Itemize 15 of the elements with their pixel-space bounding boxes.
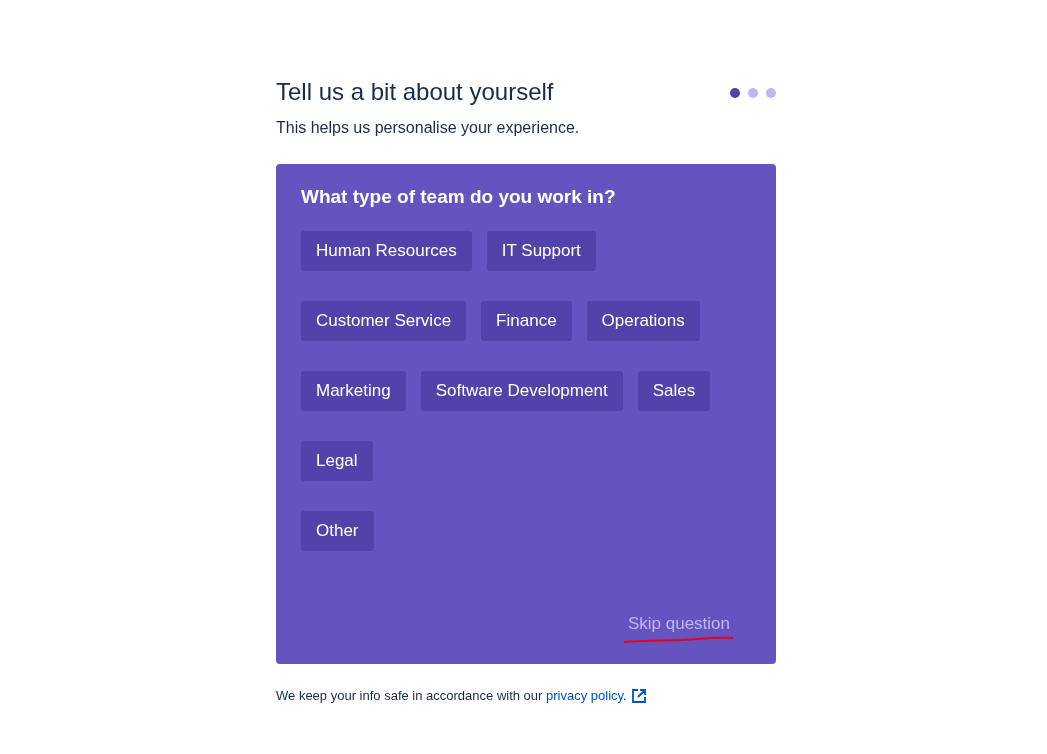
page-subtitle: This helps us personalise your experience.: [276, 118, 581, 138]
team-option[interactable]: Legal: [301, 440, 373, 481]
team-option[interactable]: Other: [301, 510, 374, 551]
page-title: Tell us a bit about yourself: [276, 77, 554, 107]
privacy-notice: We keep your info safe in accordance with our privacy policy.: [276, 687, 627, 705]
team-option[interactable]: Operations: [586, 300, 700, 341]
team-option[interactable]: IT Support: [486, 230, 596, 271]
team-option[interactable]: Finance: [481, 300, 572, 341]
external-link-icon: [630, 687, 647, 704]
team-option[interactable]: Customer Service: [301, 300, 467, 341]
team-option[interactable]: Human Resources: [301, 230, 472, 271]
team-option[interactable]: Sales: [637, 370, 711, 411]
team-option[interactable]: Marketing: [301, 370, 406, 411]
question-title: What type of team do you work in?: [301, 186, 617, 209]
team-option[interactable]: Software Development: [420, 370, 623, 411]
